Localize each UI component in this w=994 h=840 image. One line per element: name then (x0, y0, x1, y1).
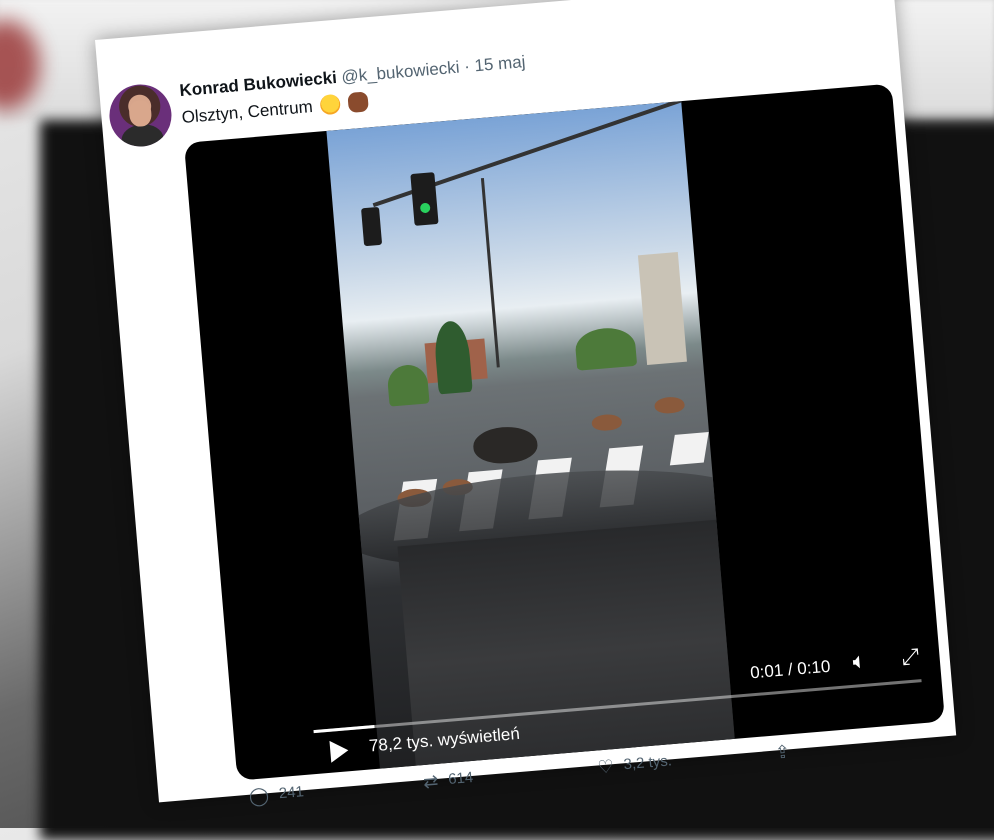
video-tree (386, 363, 430, 407)
boar-piglet (591, 413, 623, 432)
tweet-date[interactable]: 15 maj (474, 52, 526, 75)
video-frame[interactable] (326, 101, 735, 769)
video-time: 0:01 / 0:10 (749, 656, 832, 683)
traffic-light-green (419, 202, 431, 214)
video-building (637, 251, 687, 365)
avatar-body (120, 122, 165, 149)
flushed-face-icon (319, 93, 342, 116)
video-tree (574, 325, 638, 371)
separator-dot: · (463, 56, 471, 77)
video-progress-fill (313, 725, 375, 734)
volume-icon[interactable]: 🔈︎ (852, 648, 867, 675)
play-icon[interactable] (329, 739, 350, 763)
reply-count: 241 (278, 783, 305, 803)
share-icon: ⇪ (774, 741, 791, 763)
tweet-card: Konrad Bukowiecki @k_bukowiecki · 15 maj… (95, 0, 957, 807)
tweet-text-content: Olsztyn, Centrum (180, 97, 314, 127)
retweet-button[interactable]: ⇄ 614 (422, 768, 474, 793)
crosswalk-stripe (669, 432, 709, 466)
comment-icon: ◯ (248, 785, 270, 807)
avatar[interactable] (106, 81, 174, 149)
wild-boar (471, 424, 539, 466)
like-count: 3,2 tys. (622, 752, 673, 774)
traffic-light (410, 172, 439, 226)
traffic-light (361, 206, 383, 247)
author-handle[interactable]: @k_bukowiecki (341, 58, 461, 87)
video-player[interactable]: 0:01 / 0:10 🔈︎ ⤢ 78,2 tys. wyświetleń (183, 83, 945, 781)
video-tree (432, 319, 473, 395)
heart-icon: ♡ (596, 756, 615, 778)
retweet-icon: ⇄ (422, 770, 440, 793)
share-button[interactable]: ⇪ (774, 741, 801, 764)
retweet-count: 614 (447, 768, 474, 789)
expand-icon[interactable]: ⤢ (900, 643, 920, 670)
boar-icon (347, 91, 369, 114)
avatar-face (128, 99, 153, 128)
boar-piglet (653, 395, 686, 415)
